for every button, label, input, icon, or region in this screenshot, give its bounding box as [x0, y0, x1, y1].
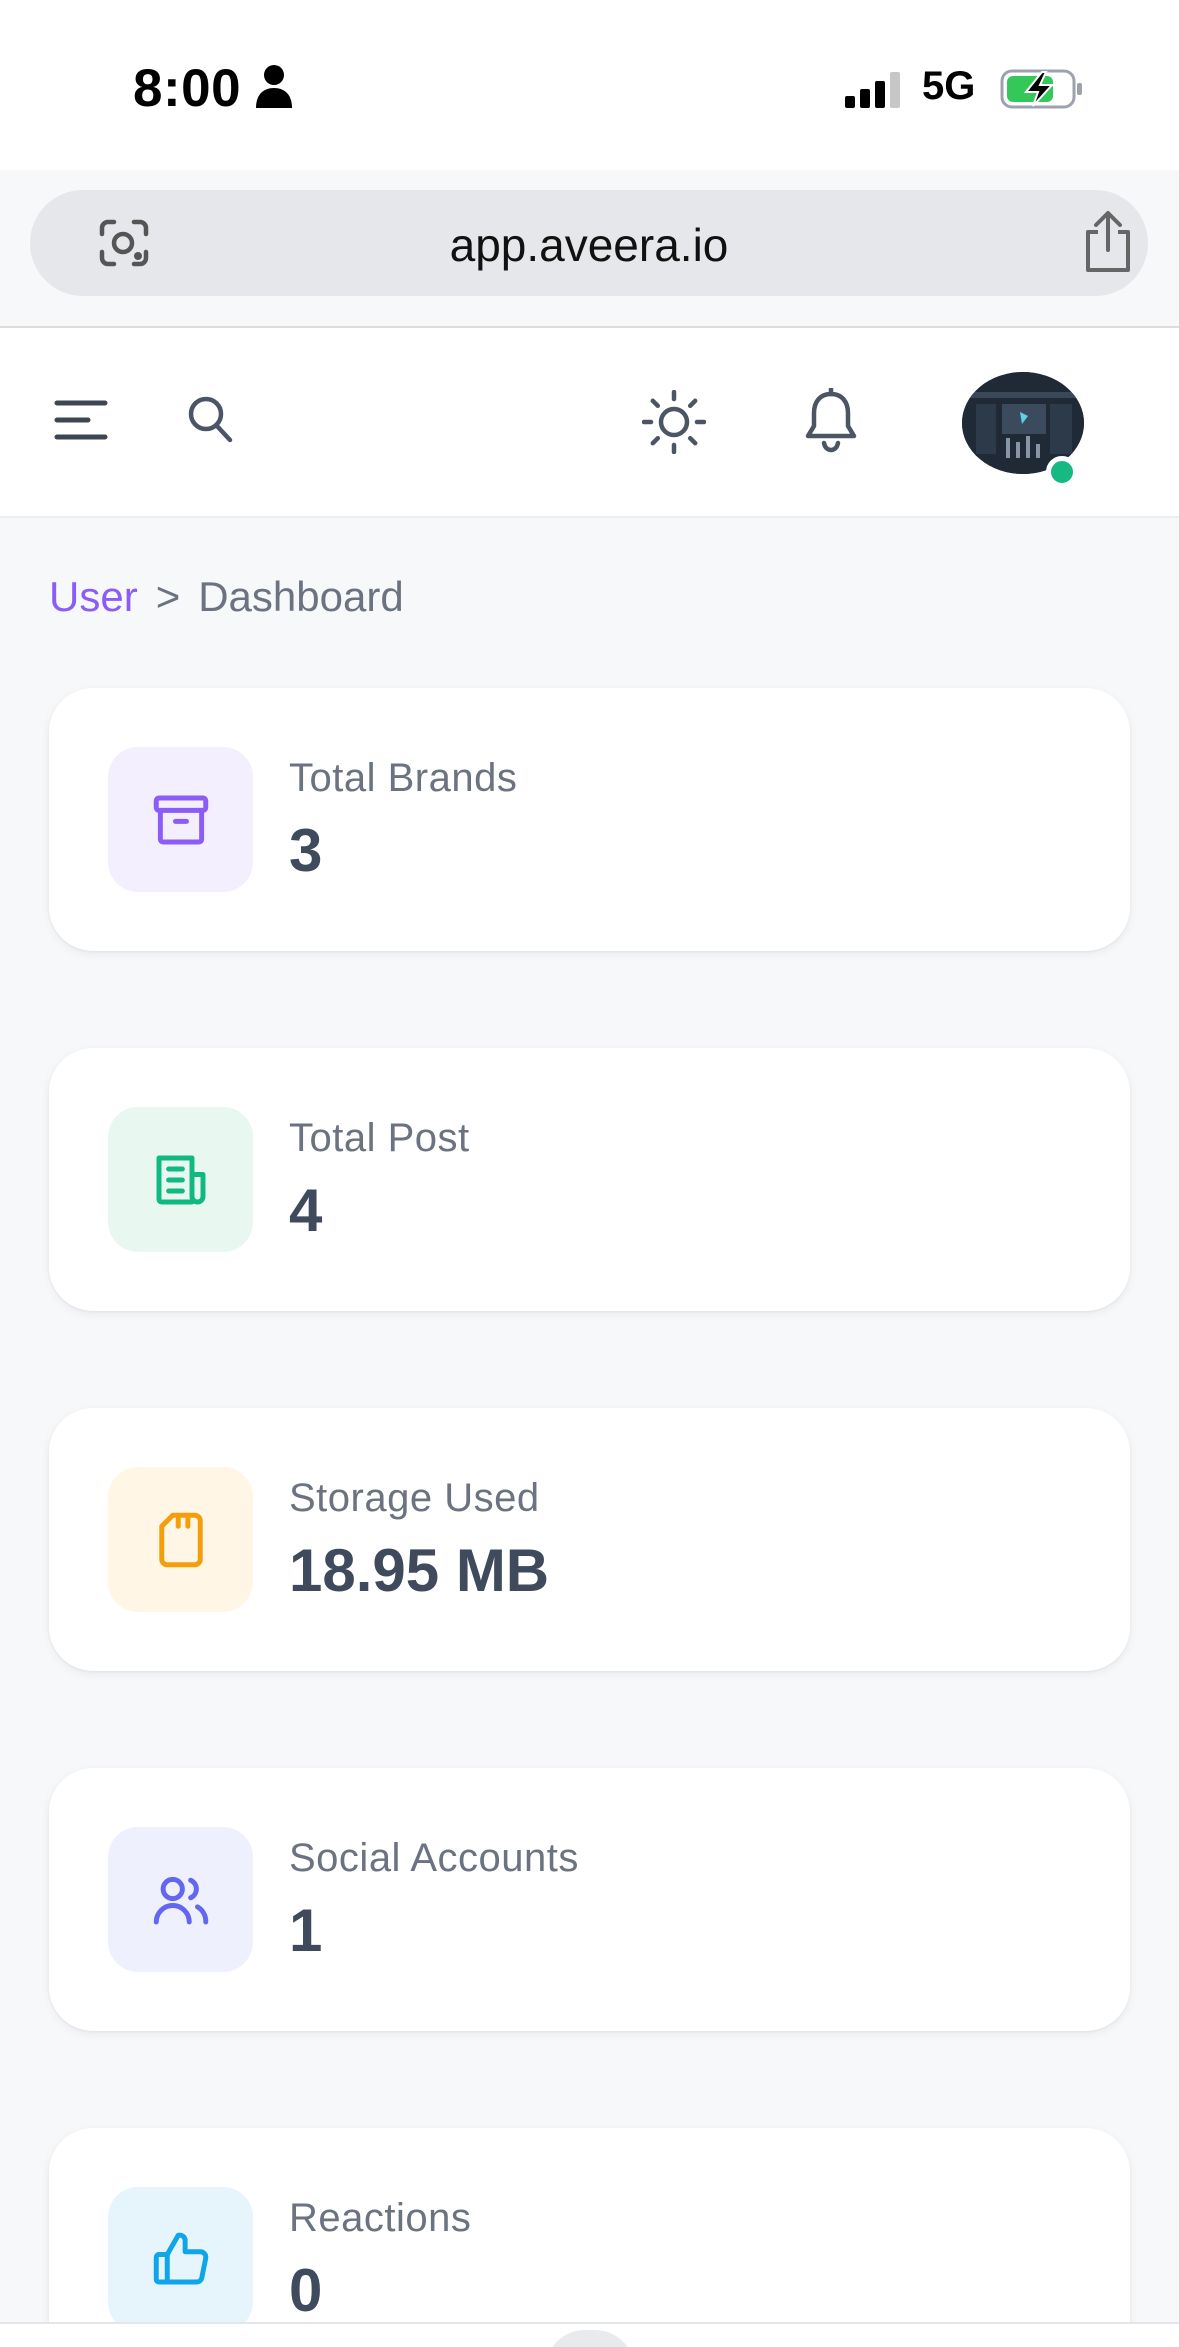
search-icon[interactable] [186, 394, 234, 444]
sd-card-icon [158, 1512, 203, 1567]
stat-card-total-brands[interactable]: Total Brands 3 [49, 688, 1130, 951]
stat-value: 1 [289, 1897, 323, 1964]
newspaper-icon [156, 1155, 205, 1204]
stat-label: Social Accounts [289, 1836, 579, 1880]
stat-value: 18.95 MB [289, 1537, 550, 1604]
status-bar: 8:00 5G [0, 0, 1179, 170]
stat-label: Reactions [289, 2196, 472, 2240]
breadcrumb-separator: > [155, 573, 181, 620]
status-time: 8:00 [133, 59, 242, 118]
stat-card-social-accounts[interactable]: Social Accounts 1 [49, 1768, 1130, 2031]
stat-value: 0 [289, 2257, 323, 2324]
stat-label: Total Brands [289, 756, 518, 800]
users-icon [153, 1876, 208, 1924]
signal-icon [845, 72, 900, 108]
archive-box-icon [153, 795, 208, 844]
sun-icon[interactable] [642, 390, 706, 454]
stat-label: Storage Used [289, 1476, 540, 1520]
stat-value: 4 [289, 1177, 323, 1244]
bell-icon[interactable] [803, 388, 859, 454]
breadcrumb: User > Dashboard [49, 573, 404, 621]
stat-icon-box [108, 1827, 253, 1972]
person-icon [256, 65, 292, 108]
browser-url-bar[interactable]: app.aveera.io [30, 190, 1148, 296]
stat-card-storage-used[interactable]: Storage Used 18.95 MB [49, 1408, 1130, 1671]
share-icon[interactable] [1080, 210, 1136, 274]
app-header [0, 328, 1179, 518]
stat-label: Total Post [289, 1116, 470, 1160]
stat-icon-box [108, 2187, 253, 2332]
url-text[interactable]: app.aveera.io [30, 218, 1148, 272]
stat-icon-box [108, 1467, 253, 1612]
breadcrumb-user-link[interactable]: User [49, 573, 138, 621]
breadcrumb-current: Dashboard [198, 573, 404, 620]
stat-card-reactions[interactable]: Reactions 0 [49, 2128, 1130, 2347]
network-type: 5G [922, 64, 976, 108]
online-status-dot [1046, 456, 1078, 488]
menu-icon[interactable] [54, 398, 108, 442]
thumbs-up-icon [153, 2232, 208, 2284]
stat-value: 3 [289, 817, 323, 884]
stat-icon-box [108, 747, 253, 892]
stat-icon-box [108, 1107, 253, 1252]
stat-card-total-post[interactable]: Total Post 4 [49, 1048, 1130, 1311]
battery-charging-icon [1000, 69, 1082, 109]
